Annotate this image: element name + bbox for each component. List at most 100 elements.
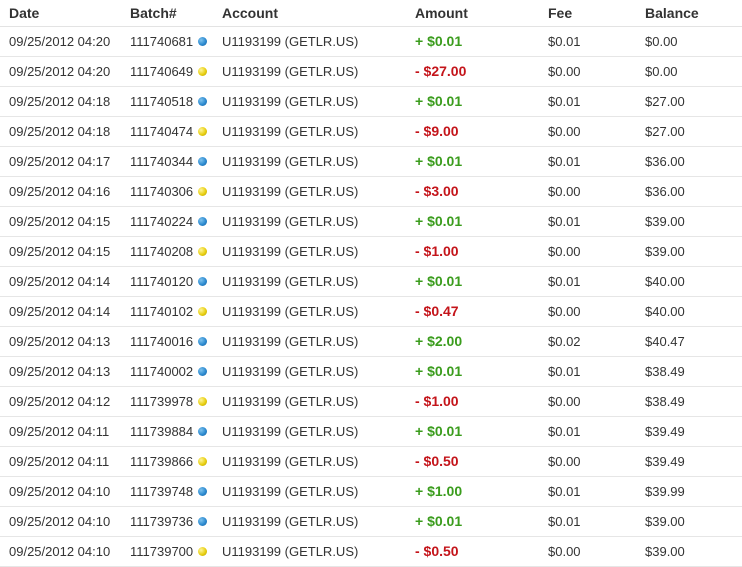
account-cell: U1193199 (GETLR.US) [222, 394, 359, 409]
date-cell: 09/25/2012 04:14 [9, 274, 111, 289]
table-row[interactable]: 09/25/2012 04:18 111740474 U1193199 (GETLR… [0, 117, 742, 147]
batch-cell: 111739700 [130, 544, 208, 559]
account-cell: U1193199 (GETLR.US) [222, 274, 359, 289]
table-row[interactable]: 09/25/2012 04:13 111740016 U1193199 (GETLR… [0, 327, 742, 357]
date-cell: 09/25/2012 04:12 [9, 394, 111, 409]
column-header-batch[interactable]: Batch# [130, 5, 177, 21]
column-header-fee[interactable]: Fee [548, 5, 572, 21]
table-row[interactable]: 09/25/2012 04:17 111740344 U1193199 (GETLR… [0, 147, 742, 177]
batch-number-link[interactable]: 111739884 [130, 424, 193, 439]
date-cell: 09/25/2012 04:11 [9, 454, 110, 469]
table-row[interactable]: 09/25/2012 04:15 111740224 U1193199 (GETLR… [0, 207, 742, 237]
table-row[interactable]: 09/25/2012 04:14 111740102 U1193199 (GETLR… [0, 297, 742, 327]
column-header-balance[interactable]: Balance [645, 5, 699, 21]
batch-number-link[interactable]: 111739748 [130, 484, 193, 499]
fee-cell: $0.01 [548, 94, 581, 109]
table-body: 09/25/2012 04:20 111740681 U1193199 (GETLR… [0, 27, 742, 567]
date-cell: 09/25/2012 04:13 [9, 364, 111, 379]
date-cell: 09/25/2012 04:13 [9, 334, 111, 349]
batch-number-link[interactable]: 111740518 [130, 94, 193, 109]
table-row[interactable]: 09/25/2012 04:14 111740120 U1193199 (GETLR… [0, 267, 742, 297]
batch-number-link[interactable]: 111740002 [130, 364, 193, 379]
table-row[interactable]: 09/25/2012 04:20 111740649 U1193199 (GETLR… [0, 57, 742, 87]
fee-cell: $0.01 [548, 484, 581, 499]
transaction-history-table: Date Batch# Account Amount Fee Balance 0… [0, 0, 742, 567]
batch-number-link[interactable]: 111740120 [130, 274, 193, 289]
amount-cell: - $1.00 [415, 243, 459, 259]
amount-cell: + $0.01 [415, 423, 463, 439]
fee-cell: $0.00 [548, 244, 581, 259]
batch-number-link[interactable]: 111740016 [130, 334, 193, 349]
blue-dot-icon [198, 367, 208, 376]
batch-cell: 111739736 [130, 514, 208, 529]
batch-cell: 111739978 [130, 394, 208, 409]
account-cell: U1193199 (GETLR.US) [222, 244, 359, 259]
yellow-dot-icon [198, 67, 208, 76]
fee-cell: $0.01 [548, 274, 581, 289]
balance-cell: $36.00 [645, 184, 685, 199]
table-row[interactable]: 09/25/2012 04:10 111739700 U1193199 (GETLR… [0, 537, 742, 567]
batch-number-link[interactable]: 111740102 [130, 304, 193, 319]
batch-number-link[interactable]: 111739866 [130, 454, 193, 469]
table-row[interactable]: 09/25/2012 04:16 111740306 U1193199 (GETLR… [0, 177, 742, 207]
batch-number-link[interactable]: 111740208 [130, 244, 193, 259]
date-cell: 09/25/2012 04:10 [9, 484, 111, 499]
table-row[interactable]: 09/25/2012 04:11 111739884 U1193199 (GETLR… [0, 417, 742, 447]
batch-number-link[interactable]: 111740649 [130, 64, 193, 79]
fee-cell: $0.00 [548, 124, 581, 139]
batch-number-link[interactable]: 111739978 [130, 394, 193, 409]
table-row[interactable]: 09/25/2012 04:11 111739866 U1193199 (GETLR… [0, 447, 742, 477]
fee-cell: $0.01 [548, 424, 581, 439]
batch-number-link[interactable]: 111740474 [130, 124, 193, 139]
batch-number-link[interactable]: 111739736 [130, 514, 193, 529]
fee-cell: $0.01 [548, 154, 581, 169]
batch-cell: 111739884 [130, 424, 208, 439]
date-cell: 09/25/2012 04:10 [9, 514, 111, 529]
table-row[interactable]: 09/25/2012 04:13 111740002 U1193199 (GETLR… [0, 357, 742, 387]
table-row[interactable]: 09/25/2012 04:15 111740208 U1193199 (GETLR… [0, 237, 742, 267]
table-row[interactable]: 09/25/2012 04:12 111739978 U1193199 (GETLR… [0, 387, 742, 417]
yellow-dot-icon [198, 547, 208, 556]
batch-number-link[interactable]: 111740681 [130, 34, 193, 49]
table-row[interactable]: 09/25/2012 04:18 111740518 U1193199 (GETLR… [0, 87, 742, 117]
batch-number-link[interactable]: 111740344 [130, 154, 193, 169]
batch-number-link[interactable]: 111740224 [130, 214, 193, 229]
blue-dot-icon [198, 157, 208, 166]
batch-cell: 111740120 [130, 274, 208, 289]
table-row[interactable]: 09/25/2012 04:10 111739736 U1193199 (GETLR… [0, 507, 742, 537]
blue-dot-icon [198, 427, 208, 436]
account-cell: U1193199 (GETLR.US) [222, 484, 359, 499]
column-header-amount[interactable]: Amount [415, 5, 468, 21]
batch-number-link[interactable]: 111740306 [130, 184, 193, 199]
fee-cell: $0.00 [548, 544, 581, 559]
fee-cell: $0.02 [548, 334, 581, 349]
batch-cell: 111739866 [130, 454, 208, 469]
amount-cell: + $0.01 [415, 513, 463, 529]
date-cell: 09/25/2012 04:11 [9, 424, 110, 439]
yellow-dot-icon [198, 247, 208, 256]
account-cell: U1193199 (GETLR.US) [222, 214, 359, 229]
account-cell: U1193199 (GETLR.US) [222, 544, 359, 559]
amount-cell: + $0.01 [415, 273, 463, 289]
table-header: Date Batch# Account Amount Fee Balance [0, 0, 742, 27]
balance-cell: $27.00 [645, 94, 685, 109]
batch-number-link[interactable]: 111739700 [130, 544, 193, 559]
balance-cell: $0.00 [645, 34, 678, 49]
column-header-date[interactable]: Date [9, 5, 39, 21]
table-row[interactable]: 09/25/2012 04:10 111739748 U1193199 (GETLR… [0, 477, 742, 507]
fee-cell: $0.01 [548, 34, 581, 49]
amount-cell: + $0.01 [415, 33, 463, 49]
balance-cell: $0.00 [645, 64, 678, 79]
date-cell: 09/25/2012 04:10 [9, 544, 111, 559]
fee-cell: $0.01 [548, 514, 581, 529]
blue-dot-icon [198, 97, 208, 106]
yellow-dot-icon [198, 457, 208, 466]
table-row[interactable]: 09/25/2012 04:20 111740681 U1193199 (GETLR… [0, 27, 742, 57]
amount-cell: + $0.01 [415, 93, 463, 109]
yellow-dot-icon [198, 187, 208, 196]
date-cell: 09/25/2012 04:17 [9, 154, 111, 169]
column-header-account[interactable]: Account [222, 5, 278, 21]
balance-cell: $40.00 [645, 274, 685, 289]
account-cell: U1193199 (GETLR.US) [222, 424, 359, 439]
batch-cell: 111740518 [130, 94, 208, 109]
